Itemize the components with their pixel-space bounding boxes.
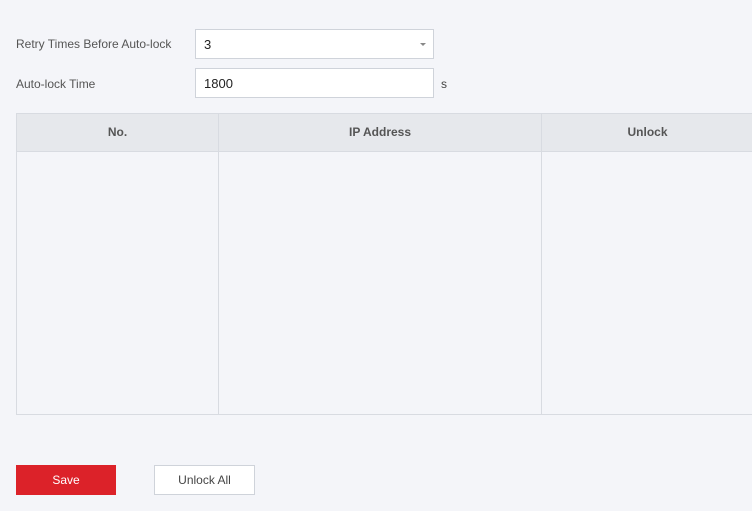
column-divider [541,114,542,414]
save-button[interactable]: Save [16,465,116,495]
unlock-all-button[interactable]: Unlock All [154,465,255,495]
retry-times-label: Retry Times Before Auto-lock [16,37,172,51]
auto-lock-time-label: Auto-lock Time [16,77,96,91]
retry-times-value: 3 [204,37,212,52]
auto-lock-time-input[interactable] [195,68,434,98]
auto-lock-time-unit: s [441,77,447,91]
chevron-down-icon[interactable] [420,43,426,46]
locked-ip-table: No. IP Address Unlock [16,113,752,415]
retry-times-select[interactable]: 3 [195,29,434,59]
table-header: No. IP Address Unlock [17,114,752,152]
column-header-unlock: Unlock [627,125,668,139]
column-divider [218,114,219,414]
column-header-no: No. [107,125,128,139]
column-header-ip-address: IP Address [348,125,412,139]
